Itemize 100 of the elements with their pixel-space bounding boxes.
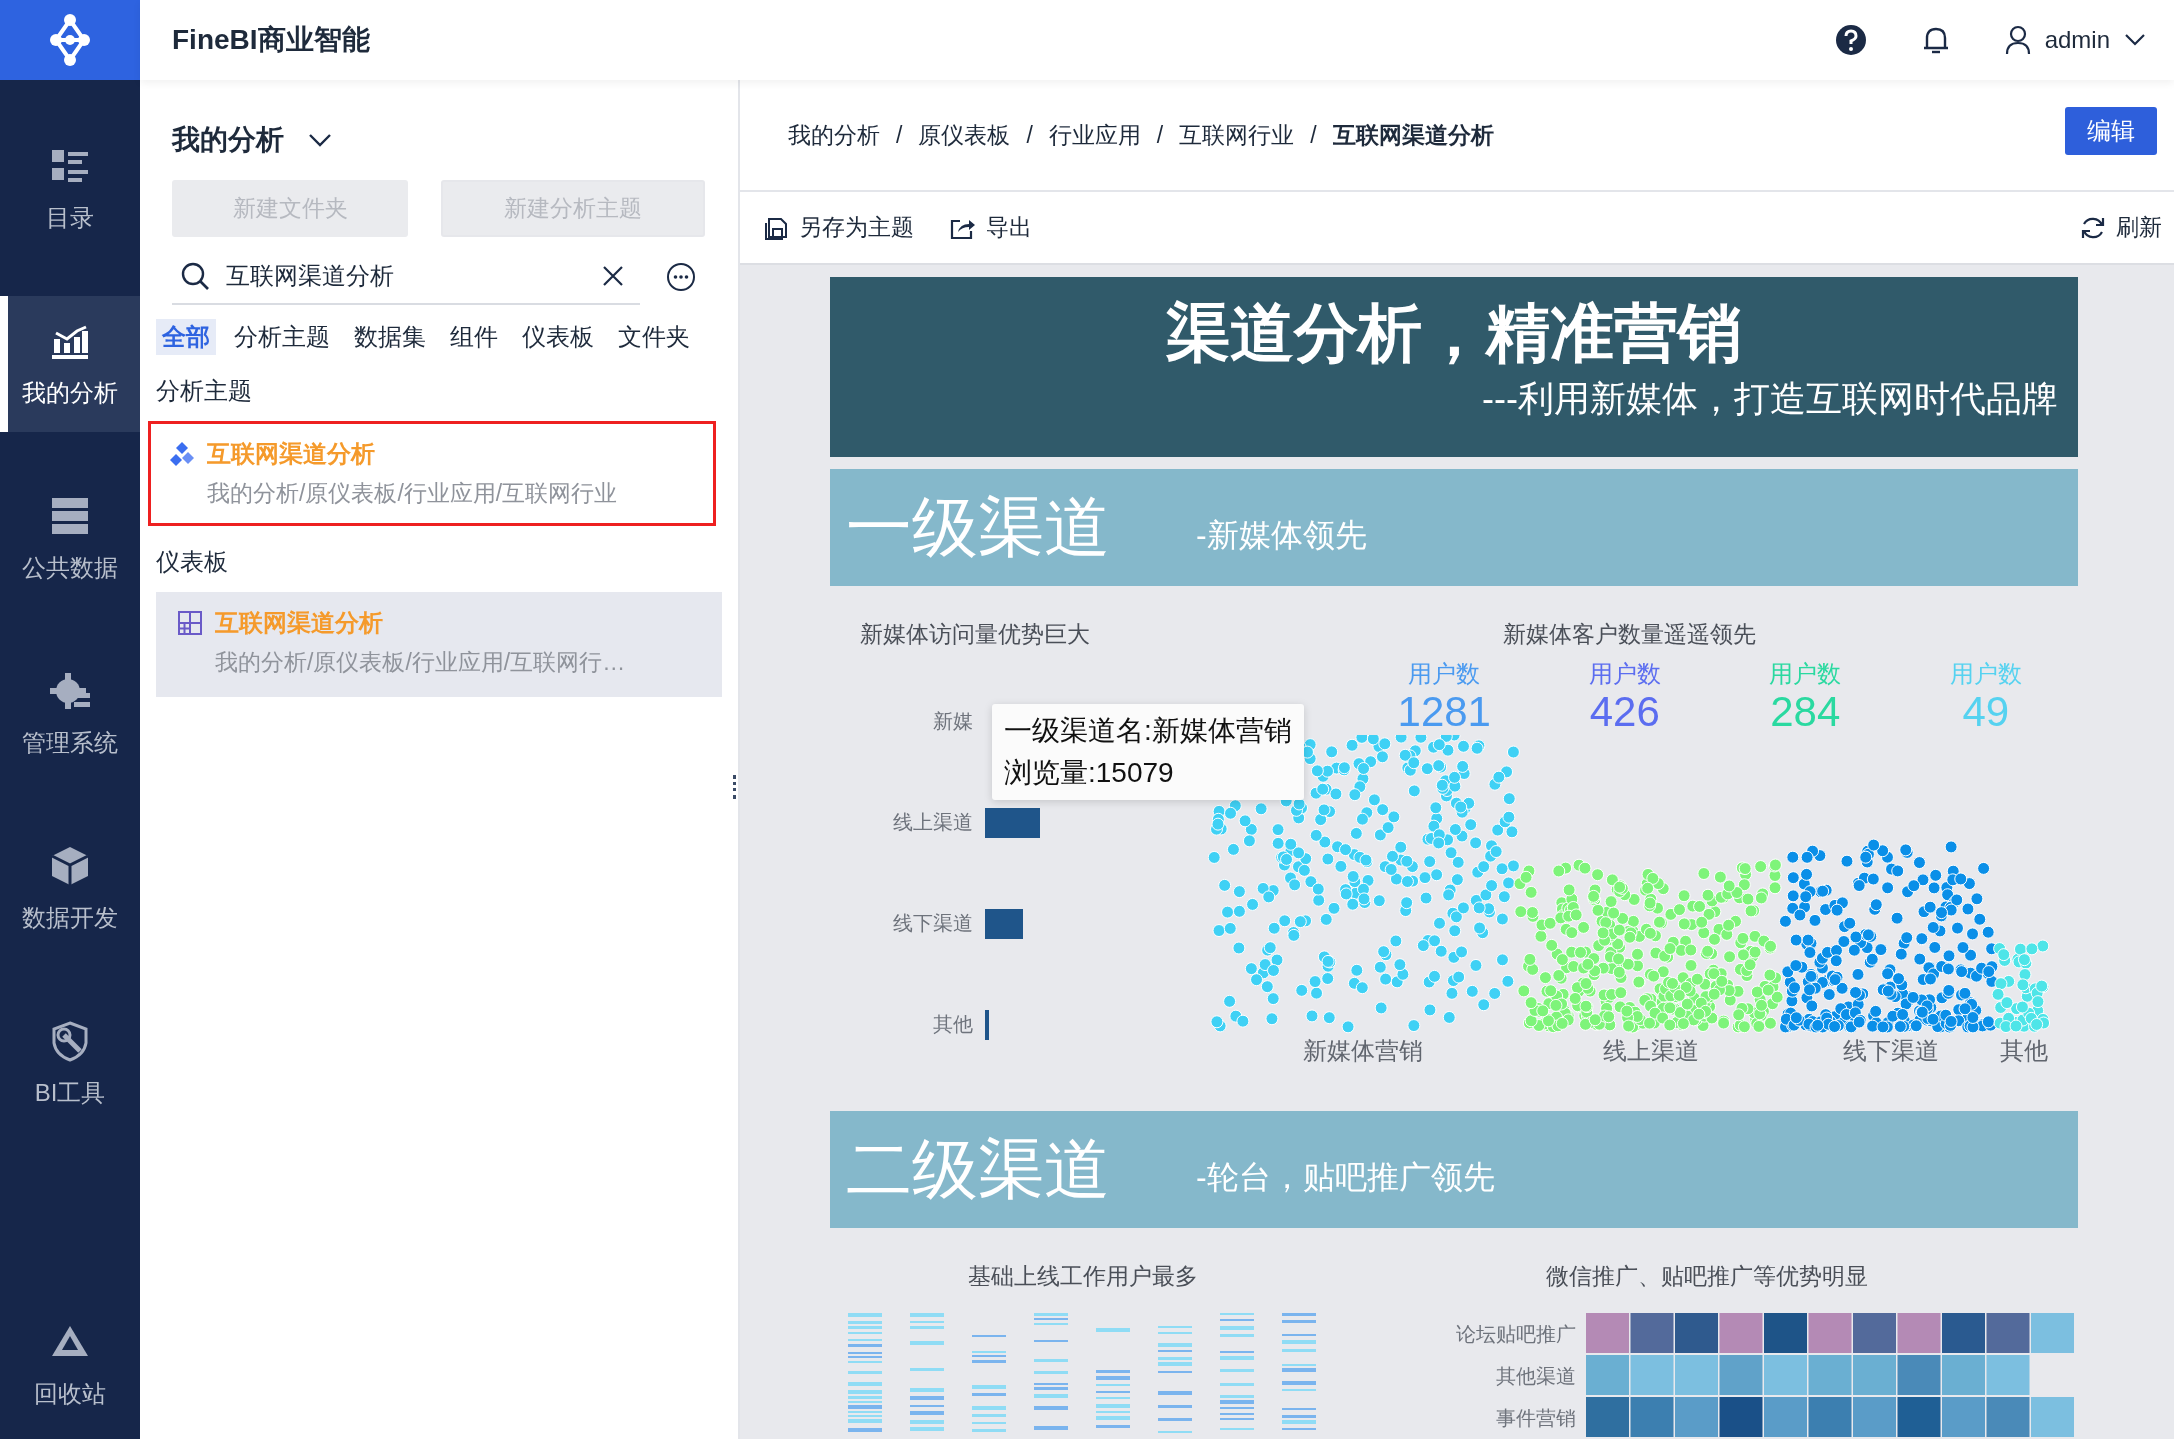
heatmap-cell[interactable]	[1853, 1313, 1896, 1353]
heatmap-cell[interactable]	[1942, 1397, 1985, 1437]
heatmap-cell[interactable]	[1630, 1397, 1674, 1437]
heatmap-cell[interactable]	[1764, 1355, 1807, 1395]
heatmap-cell[interactable]	[1808, 1397, 1852, 1437]
user-menu[interactable]: admin	[2004, 25, 2146, 55]
toolbar-button[interactable]: 刷新	[2080, 212, 2162, 243]
filter-tab[interactable]: 文件夹	[612, 319, 696, 355]
heatmap-cell[interactable]	[1897, 1355, 1941, 1395]
nav-item[interactable]: BI工具	[0, 996, 140, 1132]
search-icon	[180, 261, 210, 291]
filter-tab[interactable]: 仪表板	[516, 319, 600, 355]
stat-label: 用户数	[1769, 659, 1842, 689]
heatmap-cell[interactable]	[1586, 1313, 1629, 1353]
stat-label: 用户数	[1408, 659, 1481, 689]
banner-title: 渠道分析，精准营销	[1165, 296, 1743, 371]
heatmap-cell[interactable]	[2031, 1397, 2074, 1437]
chart-title: 微信推广、贴吧推广等优势明显	[1545, 1262, 1869, 1291]
heatmap-cell[interactable]	[1942, 1313, 1985, 1353]
group-heading: 分析主题	[156, 376, 253, 406]
breadcrumb-item[interactable]: 原仪表板	[918, 119, 1011, 151]
breadcrumb-item[interactable]: 互联网渠道分析	[1332, 119, 1494, 151]
stat-value: 1281	[1397, 689, 1491, 735]
axis-label: 新媒体营销	[1302, 1036, 1424, 1066]
tooltip-text: 一级渠道名:新媒体营销	[1004, 714, 1292, 748]
axis-label: 其他渠道	[1496, 1364, 1576, 1389]
heatmap-cell[interactable]	[1942, 1355, 1985, 1395]
stat-label: 用户数	[1588, 659, 1661, 689]
heatmap-cell[interactable]	[1719, 1397, 1763, 1437]
heatmap-cell[interactable]	[1986, 1397, 2030, 1437]
more-icon[interactable]	[666, 262, 696, 292]
logo-icon[interactable]	[0, 0, 140, 80]
save-icon	[765, 215, 789, 240]
section-subtitle: -新媒体领先	[1196, 515, 1367, 555]
chart-title: 新媒体访问量优势巨大	[860, 620, 1091, 649]
bar[interactable]	[985, 1009, 989, 1040]
heatmap-cell[interactable]	[1586, 1355, 1629, 1395]
group-heading: 仪表板	[156, 547, 229, 577]
nav-item[interactable]: 回收站	[0, 1297, 140, 1433]
breadcrumb-separator: /	[1310, 121, 1317, 149]
breadcrumb-item[interactable]: 互联网行业	[1179, 119, 1295, 151]
axis-label: 新媒	[932, 709, 974, 734]
nav-item[interactable]: 数据开发	[0, 821, 140, 957]
stat-label: 用户数	[1949, 659, 2022, 689]
heatmap-cell[interactable]	[1897, 1313, 1941, 1353]
bar[interactable]	[985, 807, 1040, 838]
breadcrumb-item[interactable]: 行业应用	[1048, 119, 1141, 151]
heatmap-cell[interactable]	[1808, 1355, 1852, 1395]
heatmap-cell[interactable]	[1853, 1397, 1896, 1437]
banner-subtitle: ---利用新媒体，打造互联网时代品牌	[1481, 377, 2058, 421]
breadcrumb-separator: /	[896, 121, 903, 149]
heatmap-cell[interactable]	[1853, 1355, 1896, 1395]
user-name: admin	[2044, 26, 2110, 54]
heatmap-cell[interactable]	[1986, 1355, 2030, 1395]
heatmap-cell[interactable]	[1675, 1397, 1718, 1437]
heatmap-cell[interactable]	[1897, 1397, 1941, 1437]
filter-tab[interactable]: 数据集	[348, 319, 432, 355]
heatmap-cell[interactable]	[1764, 1397, 1807, 1437]
toolbar-button[interactable]: 另存为主题	[765, 212, 914, 243]
breadcrumb-separator: /	[1026, 121, 1033, 149]
diamond-icon	[169, 441, 195, 467]
breadcrumb-item[interactable]: 我的分析	[788, 119, 880, 151]
heatmap-cell[interactable]	[1675, 1355, 1718, 1395]
filter-tab[interactable]: 组件	[444, 319, 504, 355]
nav-item[interactable]: 目录	[0, 121, 140, 257]
heatmap-cell[interactable]	[1719, 1355, 1763, 1395]
filter-tab[interactable]: 全部	[156, 319, 216, 355]
heatmap-cell[interactable]	[1630, 1355, 1674, 1395]
heatmap-cell[interactable]	[2031, 1313, 2074, 1353]
resize-handle[interactable]	[733, 775, 736, 799]
result-path: 我的分析/原仪表板/行业应用/互联网行业	[207, 479, 619, 508]
help-icon[interactable]	[1834, 24, 1867, 56]
heatmap-cell[interactable]	[1630, 1313, 1674, 1353]
result-title: 互联网渠道分析	[207, 439, 375, 469]
heatmap-cell[interactable]	[1986, 1313, 2030, 1353]
chevron-down-icon[interactable]	[308, 132, 332, 148]
section-title: 一级渠道	[846, 488, 1111, 566]
axis-label: 其他	[1999, 1036, 2049, 1066]
heatmap-cell[interactable]	[1719, 1313, 1763, 1353]
bar[interactable]	[985, 908, 1023, 939]
nav-item[interactable]: 公共数据	[0, 471, 140, 607]
nav-item[interactable]: 管理系统	[0, 646, 140, 782]
close-icon[interactable]	[602, 265, 624, 287]
heatmap-cell[interactable]	[1764, 1313, 1807, 1353]
stat-value: 284	[1770, 689, 1841, 735]
heatmap-cell[interactable]	[1675, 1313, 1718, 1353]
search-field[interactable]: 互联网渠道分析	[224, 261, 588, 291]
result-path: 我的分析/原仪表板/行业应用/互联网行…	[215, 648, 627, 677]
heatmap-cell[interactable]	[1586, 1397, 1629, 1437]
panel-title[interactable]: 我的分析	[172, 121, 284, 159]
edit-button[interactable]: 编辑	[2065, 107, 2157, 155]
toolbar-button[interactable]: 导出	[950, 212, 1032, 243]
app-title: FineBI商业智能	[172, 23, 370, 57]
stat-value: 49	[1962, 689, 2010, 735]
nav-item[interactable]: 我的分析	[0, 296, 140, 432]
filter-tab[interactable]: 分析主题	[228, 319, 336, 355]
heatmap-cell[interactable]	[1808, 1313, 1852, 1353]
chart-title: 基础上线工作用户最多	[968, 1262, 1198, 1291]
section-subtitle: -轮台，贴吧推广领先	[1196, 1157, 1495, 1197]
axis-label: 线下渠道	[1841, 1036, 1940, 1066]
